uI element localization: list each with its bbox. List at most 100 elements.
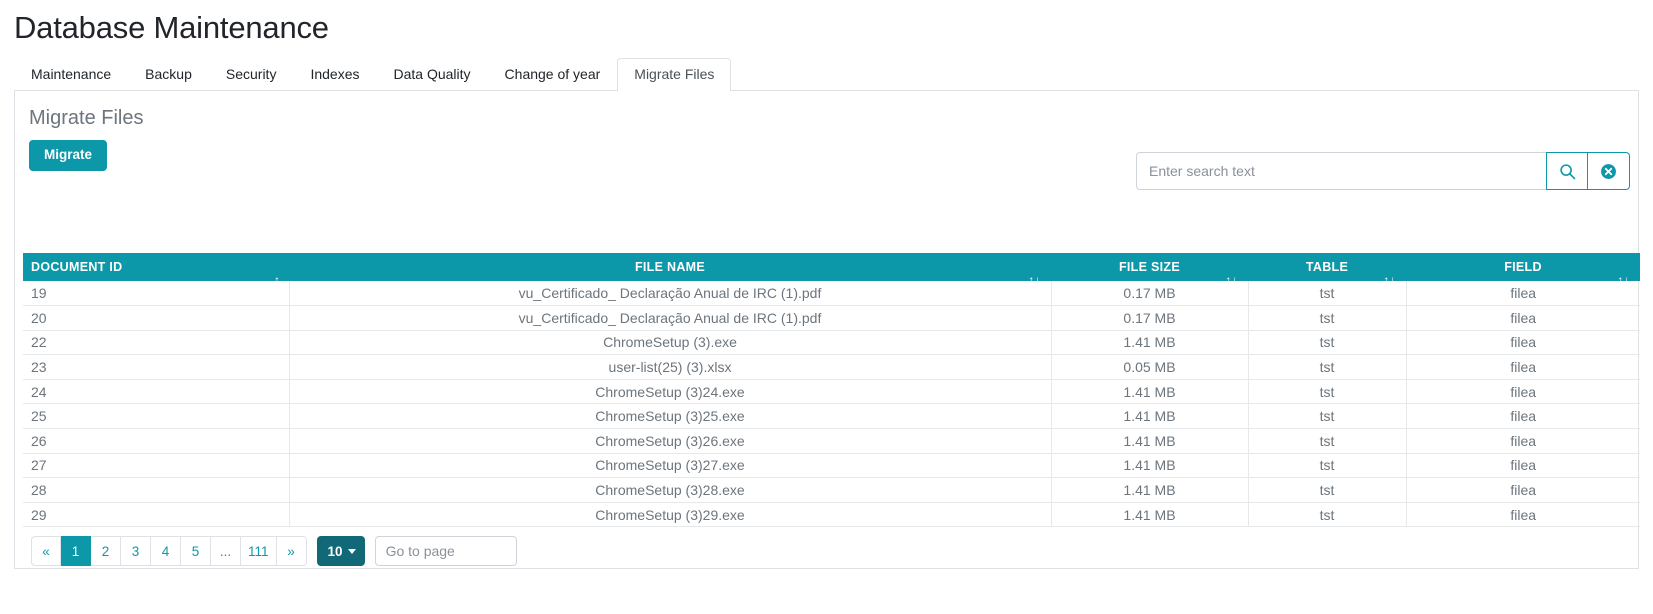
column-header-field[interactable]: FIELD ↑↓ [1406,253,1640,286]
files-table-head: DOCUMENT ID ↑ FILE NAME ↑↓ FILE SIZE ↑↓ TABLE ↑… [23,253,1640,286]
cell-file-name: ChromeSetup (3)29.exe [289,502,1052,528]
cell-document-id: 23 [23,354,290,380]
cell-document-id: 19 [23,281,290,307]
cell-file-name: ChromeSetup (3)28.exe [289,477,1052,503]
cell-file-name: ChromeSetup (3)26.exe [289,428,1052,454]
sort-toggle-icon[interactable]: ↑↓ [1617,274,1630,286]
goto-page-input[interactable] [374,536,517,567]
column-header-label: FILE SIZE [1118,260,1181,274]
pagination-bar: «1 2 3 4 5... 111» 10 [31,536,1630,567]
chevron-down-icon [347,548,356,554]
search-bar [1136,152,1630,190]
tab-maintenance[interactable]: Maintenance [14,58,128,91]
column-header-label: FILE NAME [634,260,706,274]
cell-table: tst [1248,403,1407,430]
pagination-page-3[interactable]: 3 [121,536,151,567]
table-row[interactable]: 28 ChromeSetup (3)28.exe 1.41 MB tst filea [23,477,1640,503]
cell-file-name: ChromeSetup (3).exe [289,330,1052,356]
migrate-button[interactable]: Migrate [29,140,108,171]
pagination-ellipsis: ... [211,536,241,567]
cell-field: filea [1406,453,1640,479]
cell-file-name: ChromeSetup (3)24.exe [289,379,1052,405]
cell-document-id: 25 [23,403,290,430]
column-header-file-size[interactable]: FILE SIZE ↑↓ [1051,253,1248,286]
page-title: Database Maintenance [14,10,329,45]
cell-table: tst [1248,502,1407,528]
tab-indexes[interactable]: Indexes [293,58,376,91]
sort-toggle-icon[interactable]: ↑↓ [1028,274,1041,286]
column-header-document-id[interactable]: DOCUMENT ID ↑ [23,253,289,286]
page-size-value: 10 [327,543,343,559]
tab-migrate-files[interactable]: Migrate Files [617,58,732,91]
search-input[interactable] [1136,152,1546,190]
cell-file-name: vu_Certificado_ Declaração Anual de IRC … [289,305,1052,331]
pagination-page-2[interactable]: 2 [91,536,121,567]
column-header-label: FIELD [1504,260,1542,274]
cell-table: tst [1248,453,1407,479]
migrate-files-panel: Migrate Files Migrate Enter search text … [14,91,1640,569]
search-icon [1559,163,1576,180]
sort-toggle-icon[interactable]: ↑↓ [1383,274,1396,286]
tab-strip: Maintenance Backup Security Indexes Data Qua… [14,58,1639,91]
table-row[interactable]: 25 ChromeSetup (3)25.exe 1.41 MB tst filea [23,403,1640,430]
tab-security[interactable]: Security [209,58,294,91]
cell-field: filea [1406,379,1640,405]
cell-document-id: 20 [23,305,290,331]
table-row[interactable]: 24 ChromeSetup (3)24.exe 1.41 MB tst filea [23,379,1640,405]
cell-field: filea [1406,403,1640,430]
table-row[interactable]: 22 ChromeSetup (3).exe 1.41 MB tst filea [23,330,1640,356]
cell-file-name: user-list(25) (3).xlsx [289,354,1052,380]
files-table-body: 19 vu_Certificado_ Declaração Anual de IR… [23,281,1640,528]
table-row[interactable]: 29 ChromeSetup (3)29.exe 1.41 MB tst filea [23,502,1640,528]
cell-document-id: 29 [23,502,290,528]
pagination-page-111[interactable]: 111 [241,536,277,567]
cell-table: tst [1248,379,1407,405]
table-row[interactable]: 23 user-list(25) (3).xlsx 0.05 MB tst filea [23,354,1640,380]
cell-field: filea [1406,305,1640,331]
table-row[interactable]: 20 vu_Certificado_ Declaração Anual de IR… [23,305,1640,331]
page-root: Database Maintenance Maintenance Backup Se… [0,0,1653,569]
sort-ascending-icon[interactable]: ↑ [274,274,280,286]
tab-data-quality[interactable]: Data Quality [377,58,488,91]
cell-file-size: 1.41 MB [1051,379,1249,405]
cell-file-size: 1.41 MB [1051,477,1249,503]
column-header-file-name[interactable]: FILE NAME ↑↓ [289,253,1051,286]
cell-file-size: 1.41 MB [1051,428,1249,454]
cell-field: filea [1406,330,1640,356]
cell-document-id: 26 [23,428,290,454]
column-header-label: DOCUMENT ID [31,260,123,274]
section-title: Migrate Files [29,107,144,129]
pagination-page-1[interactable]: 1 [61,536,91,567]
cell-table: tst [1248,330,1407,356]
page-size-selector[interactable]: 10 [316,536,365,567]
sort-toggle-icon[interactable]: ↑↓ [1225,274,1238,286]
cell-file-name: ChromeSetup (3)27.exe [289,453,1052,479]
cell-file-size: 0.17 MB [1051,281,1249,307]
pagination: «1 2 3 4 5... 111» [31,536,307,567]
pagination-prev-button[interactable]: « [31,536,61,567]
pagination-page-4[interactable]: 4 [151,536,181,567]
pagination-page-5[interactable]: 5 [181,536,211,567]
cell-file-size: 1.41 MB [1051,502,1249,528]
table-row[interactable]: 19 vu_Certificado_ Declaração Anual de IR… [23,281,1640,307]
table-row[interactable]: 26 ChromeSetup (3)26.exe 1.41 MB tst filea [23,428,1640,454]
table-row[interactable]: 27 ChromeSetup (3)27.exe 1.41 MB tst filea [23,453,1640,479]
cell-file-size: 1.41 MB [1051,403,1249,430]
search-button[interactable] [1546,152,1588,190]
cell-field: filea [1406,354,1640,380]
column-header-label: TABLE [1305,260,1349,274]
files-table-container: DOCUMENT ID ↑ FILE NAME ↑↓ FILE SIZE ↑↓ TABLE ↑… [23,171,1640,567]
cell-table: tst [1248,354,1407,380]
pagination-next-button[interactable]: » [276,536,307,567]
cell-field: filea [1406,281,1640,307]
clear-search-button[interactable] [1588,152,1630,190]
cell-table: tst [1248,477,1407,503]
cell-document-id: 27 [23,453,290,479]
cell-field: filea [1406,477,1640,503]
clear-circle-icon [1600,163,1617,180]
cell-table: tst [1248,428,1407,454]
tab-backup[interactable]: Backup [128,58,209,91]
cell-document-id: 28 [23,477,290,503]
column-header-table[interactable]: TABLE ↑↓ [1248,253,1406,286]
tab-change-of-year[interactable]: Change of year [488,58,618,91]
